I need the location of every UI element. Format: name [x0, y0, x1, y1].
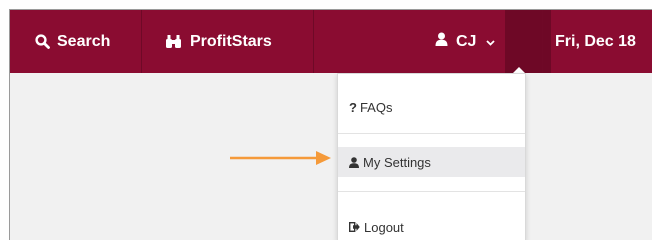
menu-item-my-settings[interactable]: My Settings — [338, 147, 525, 177]
question-icon: ? — [349, 99, 357, 115]
profitstars-nav-button[interactable]: ProfitStars — [165, 10, 272, 73]
top-navbar: Search ProfitStars CJ Fri, Dec 18 — [10, 10, 652, 73]
search-icon — [35, 34, 50, 49]
menu-divider — [338, 191, 525, 192]
menu-divider — [338, 133, 525, 134]
search-nav-label: Search — [57, 32, 111, 50]
chevron-down-icon — [486, 33, 496, 51]
menu-item-label: My Settings — [363, 154, 431, 170]
annotation-arrow-icon — [230, 151, 331, 165]
user-name: CJ — [456, 32, 477, 50]
menu-item-logout[interactable]: Logout — [338, 212, 525, 240]
user-menu-toggle-active[interactable] — [505, 10, 551, 73]
user-dropdown-menu: ? FAQs My Settings Logout — [337, 73, 526, 240]
user-icon — [435, 32, 448, 51]
search-nav-button[interactable]: Search — [35, 10, 110, 73]
binoculars-icon — [165, 34, 182, 49]
profitstars-nav-label: ProfitStars — [190, 32, 272, 50]
nav-divider — [141, 10, 142, 73]
user-icon — [349, 156, 359, 168]
menu-item-label: FAQs — [359, 99, 393, 115]
menu-item-label: Logout — [364, 219, 404, 235]
app-frame: Search ProfitStars CJ Fri, Dec 18 ? FAQs… — [9, 9, 652, 240]
date-label: Fri, Dec 18 — [555, 32, 636, 50]
user-menu-button[interactable]: CJ — [435, 10, 496, 73]
date-display: Fri, Dec 18 — [555, 10, 636, 73]
menu-item-faqs[interactable]: ? FAQs — [338, 92, 525, 122]
nav-divider — [542, 10, 543, 73]
logout-icon — [349, 222, 360, 232]
nav-divider — [313, 10, 314, 73]
